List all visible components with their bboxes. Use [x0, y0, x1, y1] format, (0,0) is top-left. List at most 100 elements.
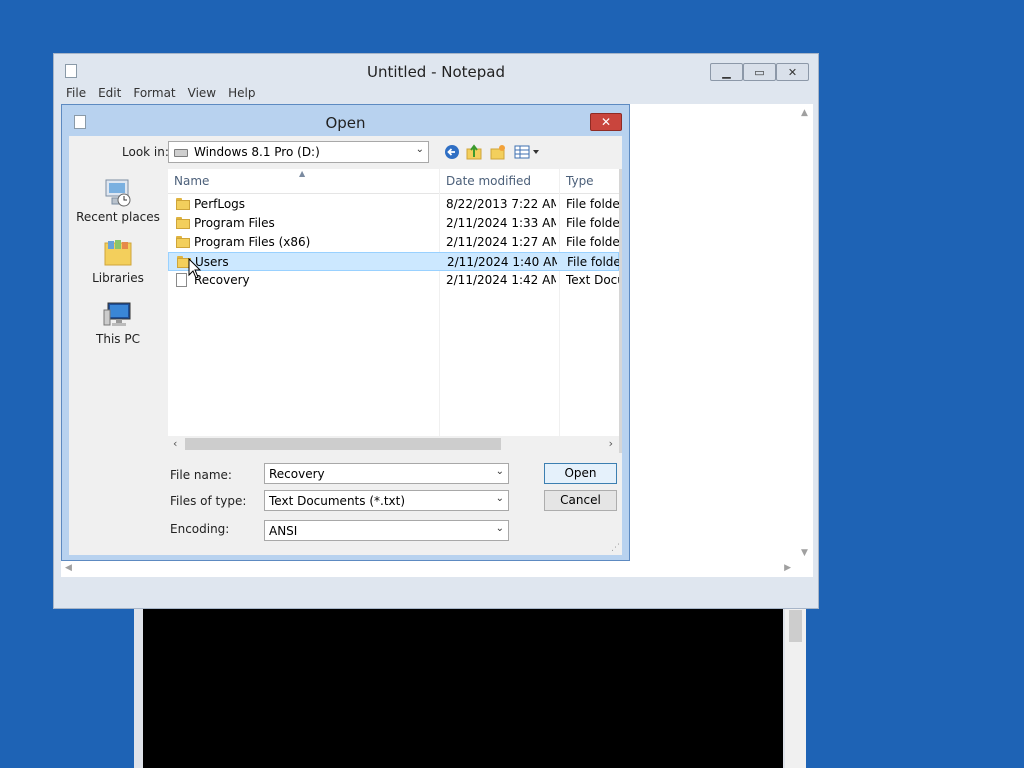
file-row-program-files[interactable]: Program Files 2/11/2024 1:33 AM File fol…: [168, 214, 619, 233]
file-name: Program Files (x86): [194, 235, 311, 249]
minimize-button[interactable]: ▁: [710, 63, 743, 81]
scroll-left-icon[interactable]: ◀: [65, 563, 72, 573]
file-name-value: Recovery: [269, 467, 325, 481]
file-date: 2/11/2024 1:27 AM: [446, 235, 556, 249]
menu-view[interactable]: View: [182, 84, 222, 102]
file-type: File folder: [566, 216, 619, 230]
maximize-icon: ▭: [754, 65, 765, 79]
notepad-titlebar[interactable]: Untitled - Notepad ▁ ▭ ✕: [54, 54, 818, 86]
chevron-down-icon[interactable]: ⌄: [496, 493, 504, 504]
encoding-label: Encoding:: [170, 522, 230, 536]
close-icon: ✕: [600, 115, 612, 129]
drive-icon: [174, 149, 188, 157]
open-dialog: Open ✕ Look in: Windows 8.1 Pro (D:) ⌄ R…: [61, 104, 630, 561]
view-menu-button[interactable]: [513, 143, 541, 161]
place-recent-places[interactable]: Recent places: [69, 178, 167, 224]
notepad-menubar: File Edit Format View Help: [60, 84, 261, 102]
file-list-vertical-scrollbar[interactable]: [619, 169, 622, 453]
column-header-name[interactable]: Name: [174, 174, 209, 188]
close-icon: ✕: [787, 65, 798, 79]
file-name: Users: [195, 255, 229, 269]
notepad-vertical-scrollbar[interactable]: ▲ ▼: [796, 104, 813, 560]
file-name: PerfLogs: [194, 197, 246, 211]
this-pc-icon: [102, 300, 134, 330]
file-name: Program Files: [194, 216, 275, 230]
place-this-pc[interactable]: This PC: [69, 300, 167, 346]
file-row-program-files-x86[interactable]: Program Files (x86) 2/11/2024 1:27 AM Fi…: [168, 233, 619, 252]
file-list[interactable]: ▲ Name Date modified Type PerfLogs 8/22/…: [168, 169, 620, 453]
folder-icon: [176, 236, 190, 248]
file-date: 2/11/2024 1:40 AM: [447, 255, 557, 269]
dialog-close-button[interactable]: ✕: [590, 113, 622, 131]
dialog-body: Look in: Windows 8.1 Pro (D:) ⌄ Recent p…: [69, 136, 622, 555]
scroll-left-icon[interactable]: ‹: [173, 437, 177, 450]
file-name: Recovery: [194, 273, 250, 287]
console-window: [134, 606, 806, 768]
folder-icon: [176, 217, 190, 229]
console-output: [143, 606, 783, 768]
file-date: 8/22/2013 7:22 AM: [446, 197, 556, 211]
notepad-horizontal-scrollbar[interactable]: ◀ ▶: [61, 560, 813, 577]
dialog-titlebar[interactable]: Open ✕: [62, 105, 629, 135]
up-one-level-button[interactable]: [465, 143, 483, 161]
file-date: 2/11/2024 1:33 AM: [446, 216, 556, 230]
files-of-type-value: Text Documents (*.txt): [269, 494, 406, 508]
scroll-right-icon[interactable]: ▶: [784, 563, 791, 573]
look-in-combo[interactable]: Windows 8.1 Pro (D:) ⌄: [168, 141, 429, 163]
folder-icon: [176, 198, 190, 210]
recent-places-icon: [102, 178, 134, 208]
column-header-date-modified[interactable]: Date modified: [446, 174, 531, 188]
cancel-button[interactable]: Cancel: [544, 490, 617, 511]
up-folder-icon: [466, 144, 482, 160]
file-list-header: ▲ Name Date modified Type: [168, 169, 619, 194]
file-type: Text Docu: [566, 273, 619, 287]
column-header-type[interactable]: Type: [566, 174, 594, 188]
notepad-title: Untitled - Notepad: [366, 63, 506, 81]
scroll-up-icon[interactable]: ▲: [801, 108, 808, 118]
mouse-cursor-icon: [188, 258, 202, 279]
look-in-value: Windows 8.1 Pro (D:): [194, 145, 320, 159]
file-type: File folder: [566, 197, 619, 211]
close-button[interactable]: ✕: [776, 63, 809, 81]
chevron-down-icon[interactable]: ⌄: [496, 466, 504, 477]
view-menu-icon: [514, 145, 539, 159]
new-folder-icon: [490, 145, 505, 160]
minimize-icon: ▁: [722, 65, 731, 79]
file-list-horizontal-scrollbar[interactable]: ‹ ›: [168, 436, 619, 453]
console-scrollbar[interactable]: [785, 606, 806, 768]
file-row-perflogs[interactable]: PerfLogs 8/22/2013 7:22 AM File folder: [168, 195, 619, 214]
files-of-type-select[interactable]: Text Documents (*.txt) ⌄: [264, 490, 509, 511]
chevron-down-icon[interactable]: ⌄: [416, 144, 424, 155]
look-in-label: Look in:: [122, 145, 169, 159]
place-libraries-label: Libraries: [92, 271, 144, 285]
chevron-down-icon[interactable]: ⌄: [496, 523, 504, 534]
encoding-select[interactable]: ANSI ⌄: [264, 520, 509, 541]
scroll-thumb[interactable]: [185, 438, 501, 450]
file-name-combo[interactable]: Recovery ⌄: [264, 463, 509, 484]
maximize-button[interactable]: ▭: [743, 63, 776, 81]
files-of-type-label: Files of type:: [170, 494, 247, 508]
file-type: File folder: [566, 235, 619, 249]
console-scroll-thumb[interactable]: [789, 610, 802, 642]
resize-grip-icon[interactable]: ⋰: [611, 543, 620, 553]
dialog-title: Open: [325, 114, 366, 132]
menu-edit[interactable]: Edit: [92, 84, 127, 102]
sort-ascending-icon: ▲: [299, 169, 306, 178]
scroll-down-icon[interactable]: ▼: [801, 548, 808, 558]
scroll-right-icon[interactable]: ›: [609, 437, 613, 450]
back-button[interactable]: [443, 143, 461, 161]
menu-file[interactable]: File: [60, 84, 92, 102]
file-row-users[interactable]: Users 2/11/2024 1:40 AM File folder: [168, 252, 620, 271]
menu-help[interactable]: Help: [222, 84, 261, 102]
new-folder-button[interactable]: [489, 143, 507, 161]
file-name-label: File name:: [170, 468, 232, 482]
libraries-icon: [102, 239, 134, 269]
back-arrow-icon: [445, 145, 459, 159]
place-recent-label: Recent places: [76, 210, 160, 224]
open-button[interactable]: Open: [544, 463, 617, 484]
file-date: 2/11/2024 1:42 AM: [446, 273, 556, 287]
file-row-recovery[interactable]: Recovery 2/11/2024 1:42 AM Text Docu: [168, 271, 619, 290]
menu-format[interactable]: Format: [127, 84, 181, 102]
place-libraries[interactable]: Libraries: [69, 239, 167, 285]
place-this-pc-label: This PC: [96, 332, 140, 346]
